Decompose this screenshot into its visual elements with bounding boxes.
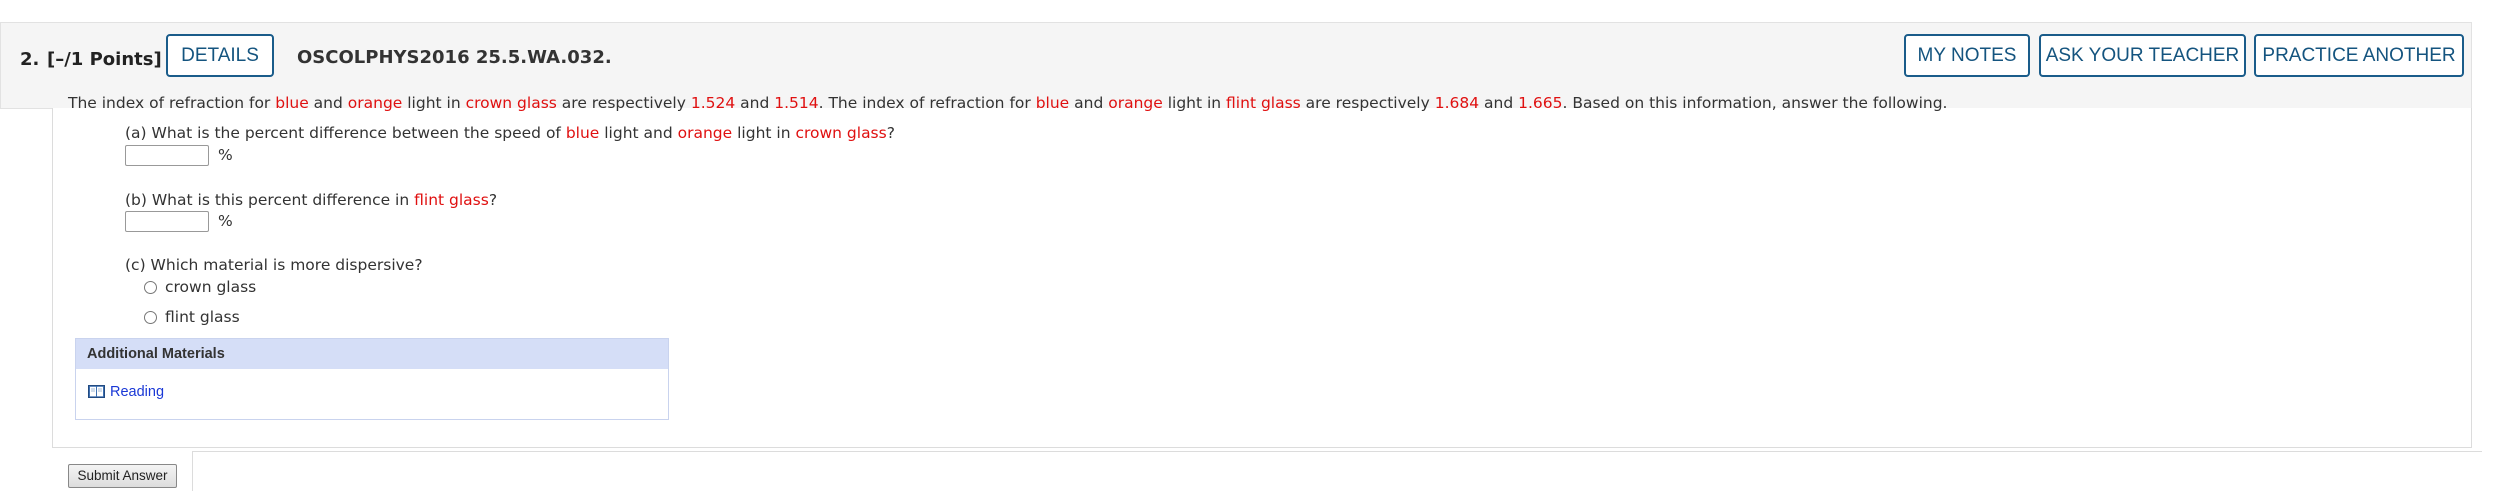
bottom-panel-divider (192, 451, 2482, 491)
reading-link[interactable]: Reading (110, 384, 164, 400)
details-button[interactable]: DETAILS (166, 34, 274, 77)
part-a-answer-input[interactable] (125, 145, 209, 166)
part-c-prompt: (c) Which material is more dispersive? (125, 256, 423, 274)
submit-answer-button[interactable]: Submit Answer (68, 464, 177, 488)
crown-glass-option-label[interactable]: crown glass (165, 278, 256, 296)
my-notes-button[interactable]: MY NOTES (1904, 34, 2030, 77)
part-b-unit: % (218, 212, 233, 230)
question-number: 2. (20, 49, 40, 70)
points-label: [–/1 Points] (47, 49, 162, 70)
part-a-prompt: (a) What is the percent difference betwe… (125, 124, 895, 142)
crown-glass-radio[interactable] (144, 281, 157, 294)
part-b-prompt: (b) What is this percent difference in f… (125, 191, 498, 209)
additional-materials-title: Additional Materials (76, 339, 668, 369)
part-a-unit: % (218, 146, 233, 164)
practice-another-button[interactable]: PRACTICE ANOTHER (2254, 34, 2464, 77)
flint-glass-option-label[interactable]: flint glass (165, 308, 240, 326)
book-icon[interactable] (88, 385, 105, 398)
additional-materials-box: Additional Materials Reading (75, 338, 669, 420)
part-b-answer-input[interactable] (125, 211, 209, 232)
question-id: OSCOLPHYS2016 25.5.WA.032. (297, 47, 612, 68)
question-intro: The index of refraction for blue and ora… (68, 94, 1948, 112)
ask-your-teacher-button[interactable]: ASK YOUR TEACHER (2039, 34, 2246, 77)
flint-glass-radio[interactable] (144, 311, 157, 324)
